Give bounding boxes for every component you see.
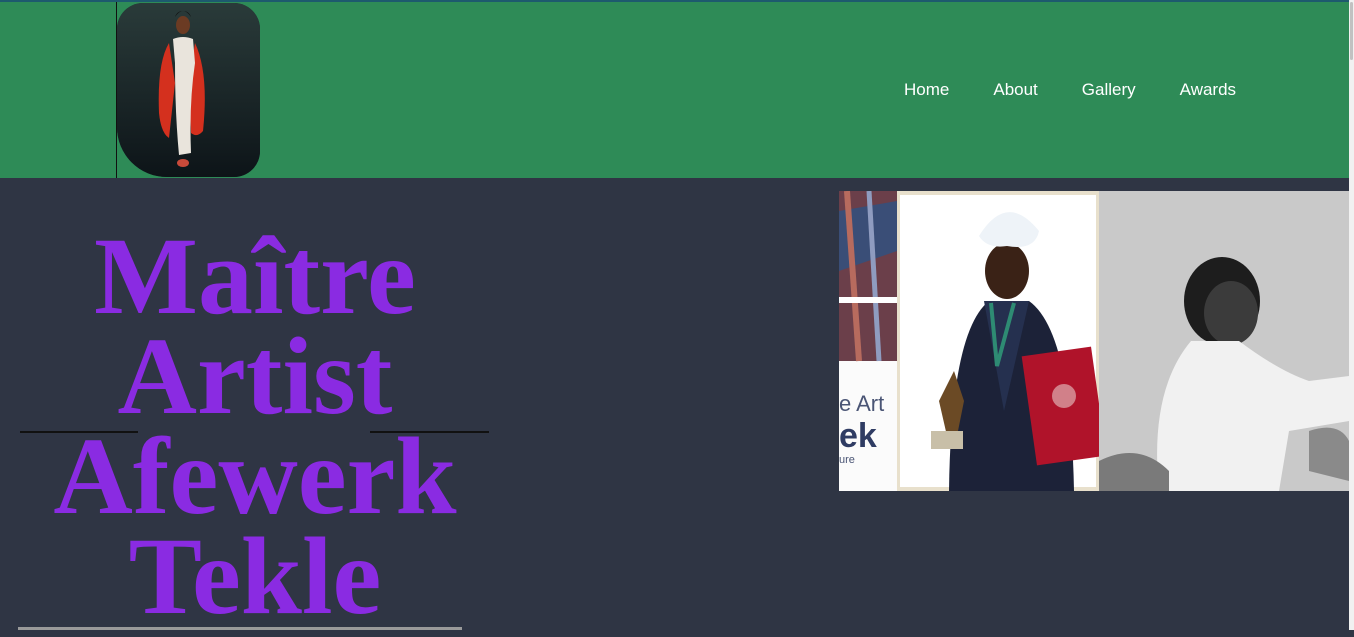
hero-title-line: Tekle <box>128 515 382 637</box>
hero-title: Maître Artist Afewerk Tekle <box>20 215 490 637</box>
hero-title-line: Afewerk <box>53 415 457 537</box>
banner-text: e Art <box>839 391 884 416</box>
hero-title-line: Artist <box>117 315 393 437</box>
nav-awards-link[interactable]: Awards <box>1180 80 1236 100</box>
vertical-scrollbar[interactable] <box>1349 0 1354 630</box>
nav-gallery-link[interactable]: Gallery <box>1082 80 1136 100</box>
hero-collage-image: e Art ek ure <box>839 191 1349 491</box>
nav-home-link[interactable]: Home <box>904 80 949 100</box>
hero-title-line: Maître <box>94 215 416 337</box>
banner-text: ek <box>839 417 877 455</box>
nav-about-link[interactable]: About <box>993 80 1037 100</box>
site-logo[interactable] <box>117 3 260 177</box>
portrait-painting-image <box>117 3 260 177</box>
scrollbar-thumb[interactable] <box>1350 2 1353 60</box>
main-nav: Home About Gallery Awards <box>904 80 1280 100</box>
banner-text: ure <box>839 454 855 466</box>
